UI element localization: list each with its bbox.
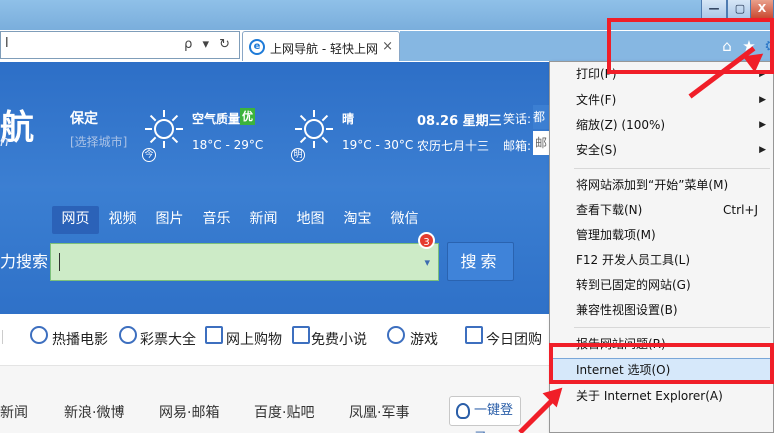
divider — [2, 330, 3, 344]
search-history-icon[interactable]: ▾ — [424, 256, 430, 269]
menu-item-pinned-sites[interactable]: 转到已固定的网站(G) — [576, 274, 766, 296]
tab-music[interactable]: 音乐 — [193, 206, 240, 234]
lunar-date: 农历七月十三 — [417, 139, 490, 153]
annotation-box-internet-options — [549, 343, 774, 384]
menu-item-dev-tools[interactable]: F12 开发人员工具(L) — [576, 249, 766, 271]
gamepad-icon — [387, 326, 405, 344]
quicklink-novels[interactable]: 免费小说 — [311, 329, 367, 349]
menu-item-label: 关于 Internet Explorer(A) — [576, 389, 723, 403]
sun-icon — [145, 110, 183, 148]
qq-icon — [456, 403, 470, 419]
film-icon — [30, 326, 48, 344]
today-temperature: 18°C - 29°C — [192, 138, 264, 152]
notification-badge[interactable]: 3 — [418, 232, 435, 249]
sitelink-news[interactable]: 新闻 — [0, 402, 28, 422]
menu-item-about-ie[interactable]: 关于 Internet Explorer(A) — [576, 385, 766, 407]
joke-label: 笑话: — [503, 112, 532, 126]
city-name: 保定 — [70, 111, 98, 127]
menu-item-label: 将网站添加到“开始”菜单(M) — [576, 178, 729, 192]
sun-icon — [295, 110, 333, 148]
tab-wechat[interactable]: 微信 — [381, 206, 428, 234]
quick-login-button[interactable]: 一键登录 — [449, 396, 521, 433]
menu-item-label: 查看下载(N) — [576, 203, 643, 217]
menu-item-label: 缩放(Z) (100%) — [576, 118, 666, 132]
menu-item-label: 文件(F) — [576, 93, 617, 107]
menu-item-label: 转到已固定的网站(G) — [576, 278, 691, 292]
search-button[interactable]: 搜索 — [447, 242, 514, 281]
sitelink-ifeng[interactable]: 凤凰·军事 — [349, 402, 409, 422]
menu-item-file[interactable]: 文件(F) ▶ — [576, 89, 766, 111]
menu-shortcut: Ctrl+J — [723, 203, 758, 217]
menu-separator — [574, 168, 770, 169]
ie-favicon-icon: e — [249, 39, 265, 55]
sitelink-sina[interactable]: 新浪·微博 — [64, 402, 124, 422]
air-quality-label: 空气质量: — [192, 112, 245, 126]
close-control: X — [750, 0, 774, 20]
quicklink-shopping[interactable]: 网上购物 — [226, 329, 282, 349]
search-tabs: 网页 视频 图片 音乐 新闻 地图 淘宝 微信 — [52, 206, 428, 234]
search-input[interactable]: ▾ — [50, 243, 439, 281]
current-date: 08.26 星期三 — [417, 114, 502, 129]
submenu-arrow-icon: ▶ — [759, 95, 766, 105]
submenu-arrow-icon: ▶ — [759, 145, 766, 155]
menu-item-label: 安全(S) — [576, 143, 617, 157]
menu-item-safety[interactable]: 安全(S) ▶ — [576, 139, 766, 161]
tab-web[interactable]: 网页 — [52, 206, 99, 234]
tab-active[interactable]: e 上网导航 - 轻快上网 从这... × — [242, 31, 400, 61]
menu-item-compat-view[interactable]: 兼容性视图设置(B) — [576, 299, 766, 321]
window-controls: — ▢ — [701, 0, 753, 20]
sitelink-netease[interactable]: 网易·邮箱 — [159, 402, 219, 422]
quicklink-groupbuy[interactable]: 今日团购 — [486, 329, 542, 349]
menu-item-view-downloads[interactable]: 查看下载(N) Ctrl+J — [576, 199, 766, 221]
address-value: l — [5, 36, 9, 51]
air-quality-badge: 优 — [240, 108, 255, 125]
tab-close-icon[interactable]: × — [382, 39, 393, 54]
today-badge: 今 — [142, 148, 156, 162]
sitelink-baidu[interactable]: 百度·贴吧 — [254, 402, 314, 422]
address-controls[interactable]: ρ ▾ ↻ — [184, 37, 233, 52]
menu-item-label: F12 开发人员工具(L) — [576, 253, 691, 267]
address-bar[interactable]: l ρ ▾ ↻ — [0, 31, 240, 59]
shop-icon — [205, 326, 223, 344]
menu-item-add-to-start[interactable]: 将网站添加到“开始”菜单(M) — [576, 174, 766, 196]
tomorrow-badge: 明 — [291, 148, 305, 162]
tab-maps[interactable]: 地图 — [287, 206, 334, 234]
close-button[interactable]: X — [750, 0, 774, 20]
book-icon — [292, 326, 310, 344]
tomorrow-weather: 晴 — [342, 112, 355, 126]
submenu-arrow-icon: ▶ — [759, 120, 766, 130]
menu-item-label: 兼容性视图设置(B) — [576, 303, 678, 317]
calendar-icon — [465, 326, 483, 344]
city-select-link[interactable]: [选择城市] — [70, 133, 127, 150]
chevron-down-icon[interactable]: ▾ — [35, 254, 40, 265]
tab-video[interactable]: 视频 — [99, 206, 146, 234]
ie-browser-window: — ▢ X l ρ ▾ ↻ e 上网导航 - 轻快上网 从这... × ⌂ ★ … — [0, 0, 774, 433]
quicklink-games[interactable]: 游戏 — [410, 329, 438, 349]
tab-images[interactable]: 图片 — [146, 206, 193, 234]
site-logo-sub: n — [0, 134, 9, 150]
menu-separator — [574, 327, 770, 328]
menu-item-manage-addons[interactable]: 管理加载项(M) — [576, 224, 766, 246]
tab-news[interactable]: 新闻 — [240, 206, 287, 234]
search-engine-selector[interactable]: 力搜索 — [0, 248, 48, 272]
menu-item-zoom[interactable]: 缩放(Z) (100%) ▶ — [576, 114, 766, 136]
lottery-icon — [119, 326, 137, 344]
quicklink-movies[interactable]: 热播电影 — [52, 329, 108, 349]
mail-label: 邮箱: — [503, 139, 532, 153]
tab-taobao[interactable]: 淘宝 — [334, 206, 381, 234]
quicklink-lottery[interactable]: 彩票大全 — [140, 329, 196, 349]
tab-title: 上网导航 - 轻快上网 从这... — [270, 42, 380, 56]
text-caret — [59, 253, 60, 271]
minimize-button[interactable]: — — [701, 0, 727, 20]
menu-item-label: 管理加载项(M) — [576, 228, 656, 242]
tomorrow-temperature: 19°C - 30°C — [342, 138, 414, 152]
